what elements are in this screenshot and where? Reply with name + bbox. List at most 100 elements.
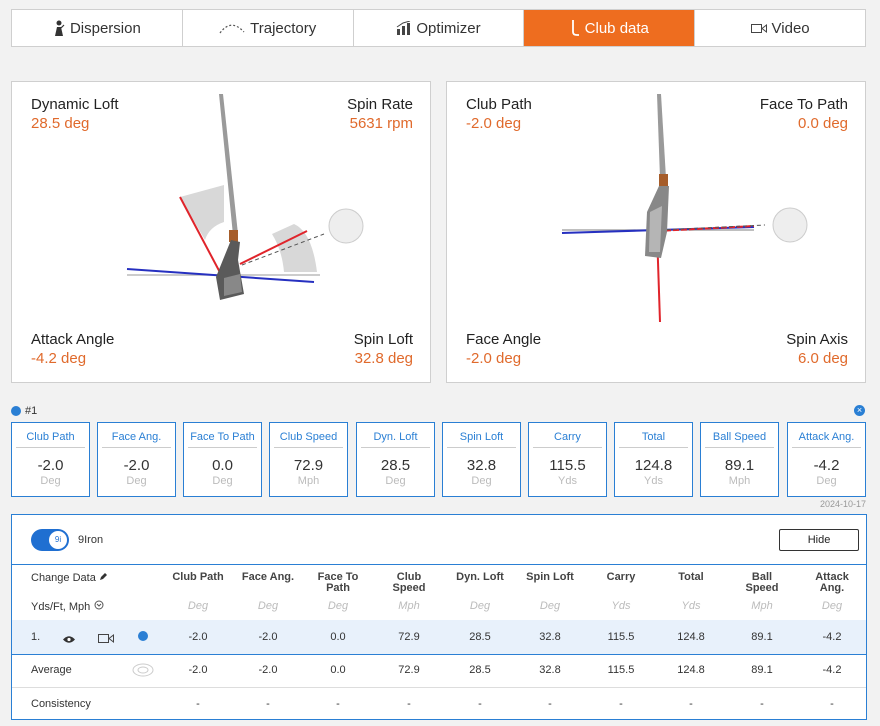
spin-rate-value: 5631 rpm (349, 115, 413, 132)
shot-header: #1 (11, 405, 37, 417)
metric-card[interactable]: Attack Ang. -4.2 Deg (787, 422, 866, 497)
spin-loft-label: Spin Loft (353, 331, 413, 348)
view-tabs: Dispersion Trajectory Optimizer Club dat… (11, 9, 866, 47)
close-icon[interactable]: × (854, 405, 865, 416)
metric-card[interactable]: Spin Loft 32.8 Deg (442, 422, 521, 497)
dynamic-loft-value: 28.5 deg (31, 115, 90, 132)
metric-value: 124.8 (634, 457, 673, 474)
column-header-line: Total (678, 571, 704, 583)
metric-value: 89.1 (724, 457, 755, 474)
metric-value: 28.5 (380, 457, 411, 474)
column-header: Face To Path (303, 572, 373, 594)
units-selector[interactable]: Yds/Ft, Mph (31, 600, 104, 613)
club-toggle[interactable]: 9i (31, 529, 69, 551)
metric-card[interactable]: Carry 115.5 Yds (528, 422, 607, 497)
row-label: Consistency (31, 698, 91, 710)
attack-angle-value: -4.2 deg (31, 350, 87, 367)
table-cell: 0.0 (330, 631, 346, 643)
metric-value: 72.9 (293, 457, 324, 474)
metric-card[interactable]: Club Speed 72.9 Mph (269, 422, 348, 497)
column-header: Face Ang. (233, 572, 303, 583)
divider (12, 654, 866, 655)
column-unit: Deg (469, 600, 491, 612)
metric-unit: Mph (297, 475, 320, 487)
optimizer-icon (396, 21, 411, 35)
chevron-down-icon (94, 600, 104, 613)
video-icon (750, 23, 767, 34)
shot-marker-icon[interactable] (138, 631, 148, 641)
tab-dispersion[interactable]: Dispersion (12, 10, 183, 46)
table-cell: 32.8 (539, 664, 561, 676)
column-header: Spin Loft (515, 572, 585, 583)
metric-value: 32.8 (466, 457, 497, 474)
column-header: Carry (586, 572, 656, 583)
column-header-line: Ang. (819, 582, 845, 594)
dynamic-loft-label: Dynamic Loft (31, 96, 119, 113)
metric-value: 115.5 (549, 457, 586, 474)
eye-icon[interactable] (63, 631, 75, 649)
club-name: 9Iron (78, 534, 104, 546)
column-header: Dyn. Loft (445, 572, 515, 583)
metric-title: Attack Ang. (792, 431, 861, 448)
column-header-line: Face Ang. (241, 571, 295, 583)
metric-card[interactable]: Club Path -2.0 Deg (11, 422, 90, 497)
column-header-line: Dyn. Loft (456, 571, 504, 583)
column-unit: Deg (327, 600, 349, 612)
table-cell: 115.5 (607, 631, 635, 643)
shot-number: #1 (25, 405, 38, 417)
units-label: Yds/Ft, Mph (31, 600, 91, 613)
tab-video[interactable]: Video (695, 10, 865, 46)
column-header-line: Spin Loft (526, 571, 574, 583)
metric-card[interactable]: Face To Path 0.0 Deg (183, 422, 262, 497)
table-cell: - (619, 698, 623, 710)
column-unit: Yds (681, 600, 701, 612)
tab-trajectory[interactable]: Trajectory (183, 10, 354, 46)
face-angle-label: Face Angle (466, 331, 542, 348)
spin-rate-label: Spin Rate (347, 96, 413, 113)
metric-title: Face To Path (188, 431, 257, 448)
table-cell: 124.8 (677, 664, 705, 676)
metric-unit: Mph (728, 475, 751, 487)
column-header-line: Path (326, 582, 350, 594)
column-unit: Mph (751, 600, 773, 612)
table-cell: - (336, 698, 340, 710)
tab-optimizer[interactable]: Optimizer (354, 10, 525, 46)
table-cell: 72.9 (398, 631, 420, 643)
column-header-line: Carry (606, 571, 636, 583)
shot-marker-icon (11, 406, 21, 416)
table-cell: 28.5 (469, 664, 491, 676)
table-cell: -4.2 (822, 631, 842, 643)
table-cell: - (407, 698, 411, 710)
club-path-label: Club Path (466, 96, 532, 113)
table-cell: -2.0 (258, 664, 278, 676)
tab-label: Optimizer (416, 19, 481, 37)
metric-card[interactable]: Ball Speed 89.1 Mph (700, 422, 779, 497)
tab-label: Video (771, 19, 810, 37)
column-header-line: Speed (745, 582, 779, 594)
column-header: Ball Speed (727, 572, 797, 594)
table-cell: - (689, 698, 693, 710)
side-view-panel: Dynamic Loft 28.5 deg Spin Rate 5631 rpm… (11, 81, 431, 383)
hide-button[interactable]: Hide (779, 529, 859, 551)
club-badge: 9i (49, 531, 67, 549)
metric-card[interactable]: Face Ang. -2.0 Deg (97, 422, 176, 497)
shot-date: 2024-10-17 (819, 499, 866, 509)
metric-unit: Deg (471, 475, 492, 487)
tab-club-data[interactable]: Club data (524, 10, 696, 46)
metric-value: -4.2 (813, 457, 840, 474)
video-icon[interactable] (98, 631, 114, 649)
metric-card[interactable]: Total 124.8 Yds (614, 422, 693, 497)
metric-card[interactable]: Dyn. Loft 28.5 Deg (356, 422, 435, 497)
table-cell: 89.1 (751, 631, 773, 643)
table-cell: - (548, 698, 552, 710)
column-unit: Deg (257, 600, 279, 612)
column-header: Club Path (163, 572, 233, 583)
spin-axis-value: 6.0 deg (797, 350, 848, 367)
golfer-icon (53, 20, 65, 36)
metric-title: Carry (533, 431, 602, 448)
front-view-panel: Club Path -2.0 deg Face To Path 0.0 deg … (446, 81, 866, 383)
metric-value: -2.0 (37, 457, 64, 474)
metric-title: Dyn. Loft (361, 431, 430, 448)
change-data-button[interactable]: Change Data (31, 572, 108, 584)
metric-value: 0.0 (212, 457, 233, 474)
